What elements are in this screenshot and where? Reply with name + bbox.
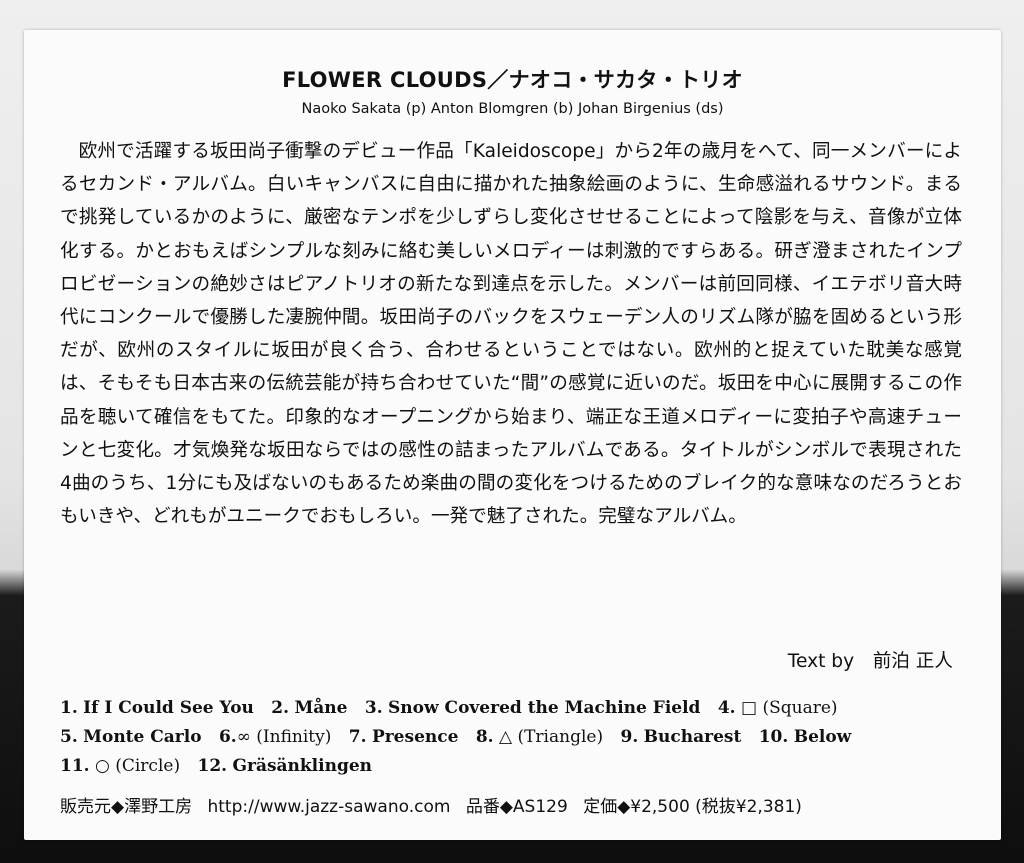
- track-title: Presence: [371, 727, 459, 747]
- track-title: ○ (Circle): [94, 756, 181, 776]
- website-url: http://www.jazz-sawano.com: [207, 797, 451, 817]
- track-list: 1. If I Could See You 2. Måne 3. Snow Co…: [60, 694, 980, 781]
- track-number: 8.: [475, 727, 494, 747]
- track-number: 3.: [364, 698, 383, 718]
- track-item: 9. Bucharest: [621, 727, 742, 747]
- album-title: FLOWER CLOUDS／ナオコ・サカタ・トリオ: [282, 68, 743, 92]
- musicians-row: Naoko Sakata (p) Anton Blomgren (b) Joha…: [24, 100, 1001, 118]
- track-item: 5. Monte Carlo: [60, 727, 202, 747]
- track-number: 1.: [60, 698, 78, 718]
- seller-label: 販売元◆澤野工房: [60, 797, 193, 817]
- track-number: 12.: [197, 756, 228, 776]
- track-title: △ (Triangle): [498, 727, 604, 747]
- track-number: 6.: [218, 727, 237, 747]
- catalog-number: 品番◆AS129: [465, 797, 568, 817]
- track-number: 5.: [60, 727, 78, 747]
- track-item: 7. Presence: [349, 727, 459, 747]
- track-item: 3. Snow Covered the Machine Field: [365, 698, 701, 718]
- track-title: □ (Square): [741, 698, 838, 718]
- track-item: 10. Below: [759, 727, 852, 747]
- track-title: Måne: [294, 698, 348, 718]
- title-row: FLOWER CLOUDS／ナオコ・サカタ・トリオ: [24, 64, 1001, 94]
- track-item: 2. Måne: [271, 698, 347, 718]
- track-item: 6.∞ (Infinity): [219, 727, 331, 747]
- price-label: 定価◆¥2,500 (税抜¥2,381): [583, 797, 802, 817]
- track-number: 7.: [348, 727, 367, 747]
- track-number: 11.: [60, 756, 90, 776]
- musicians-line: Naoko Sakata (p) Anton Blomgren (b) Joha…: [301, 101, 724, 117]
- track-number: 4.: [717, 698, 736, 718]
- track-title: Bucharest: [643, 727, 742, 747]
- track-number: 2.: [271, 698, 290, 718]
- track-item: 11. ○ (Circle): [60, 756, 180, 776]
- track-title: Below: [793, 727, 852, 747]
- track-item: 4. □ (Square): [718, 698, 838, 718]
- track-title: Monte Carlo: [83, 727, 202, 747]
- track-number: 10.: [758, 727, 789, 747]
- track-title: If I Could See You: [83, 698, 254, 718]
- track-title: Snow Covered the Machine Field: [388, 698, 701, 718]
- track-number: 9.: [620, 727, 639, 747]
- track-item: 12. Gräsänklingen: [197, 756, 372, 776]
- track-item: 1. If I Could See You: [60, 698, 254, 718]
- track-title: ∞ (Infinity): [236, 727, 332, 747]
- photo-scene: FLOWER CLOUDS／ナオコ・サカタ・トリオ Naoko Sakata (…: [0, 0, 1024, 863]
- review-text: 欧州で活躍する坂田尚子衝撃のデビュー作品「Kaleidoscope」から2年の歳…: [60, 141, 963, 528]
- liner-notes-card: FLOWER CLOUDS／ナオコ・サカタ・トリオ Naoko Sakata (…: [24, 30, 1001, 840]
- footer-info: 販売元◆澤野工房 http://www.jazz-sawano.com 品番◆A…: [60, 792, 812, 817]
- track-item: 8. △ (Triangle): [476, 727, 603, 747]
- review-credit: Text by 前泊 正人: [787, 651, 953, 672]
- track-title: Gräsänklingen: [232, 756, 373, 776]
